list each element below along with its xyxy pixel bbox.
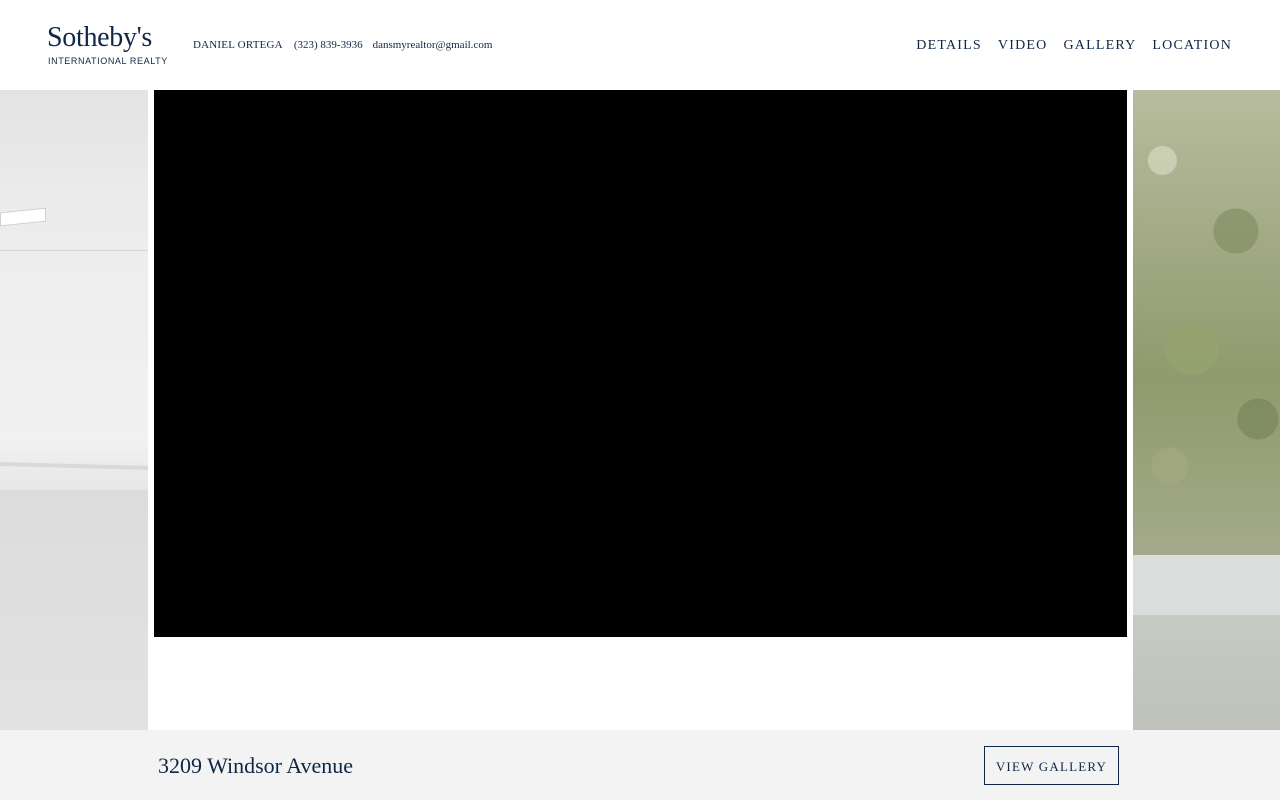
nav-gallery[interactable]: GALLERY: [1063, 37, 1136, 55]
agent-phone[interactable]: (323) 839-3936: [294, 38, 363, 52]
nav-details[interactable]: DETAILS: [916, 37, 982, 55]
wall-edge: [0, 250, 148, 251]
video-player[interactable]: [154, 90, 1127, 637]
nav-location[interactable]: LOCATION: [1152, 37, 1232, 55]
wall-rail: [0, 462, 148, 470]
agent-email[interactable]: dansmyrealtor@gmail.com: [373, 38, 493, 52]
garage-interior-photo[interactable]: [0, 90, 148, 730]
sothebys-logo[interactable]: Sotheby's INTERNATIONAL REALTY: [47, 22, 167, 68]
logo-subtitle: INTERNATIONAL REALTY: [48, 56, 168, 66]
retaining-wall: [1133, 555, 1280, 615]
property-address: 3209 Windsor Avenue: [158, 753, 354, 778]
garage-floor: [0, 490, 148, 730]
garden-exterior-photo[interactable]: [1133, 90, 1280, 730]
driveway: [1133, 615, 1280, 730]
ceiling-light: [0, 207, 46, 227]
agent-name: DANIEL ORTEGA: [193, 39, 283, 51]
hero-carousel: [0, 90, 1280, 730]
agent-contact: DANIEL ORTEGA (323) 839-3936 dansmyrealt…: [193, 38, 492, 52]
nav-video[interactable]: VIDEO: [998, 37, 1048, 55]
view-gallery-button[interactable]: VIEW GALLERY: [984, 746, 1119, 785]
bamboo-foliage: [1133, 90, 1280, 560]
listing-bar: 3209 Windsor Avenue VIEW GALLERY: [0, 730, 1280, 800]
logo-wordmark: Sotheby's: [47, 22, 153, 53]
main-nav: DETAILS VIDEO GALLERY LOCATION: [916, 37, 1232, 55]
site-header: Sotheby's INTERNATIONAL REALTY DANIEL OR…: [0, 0, 1280, 90]
